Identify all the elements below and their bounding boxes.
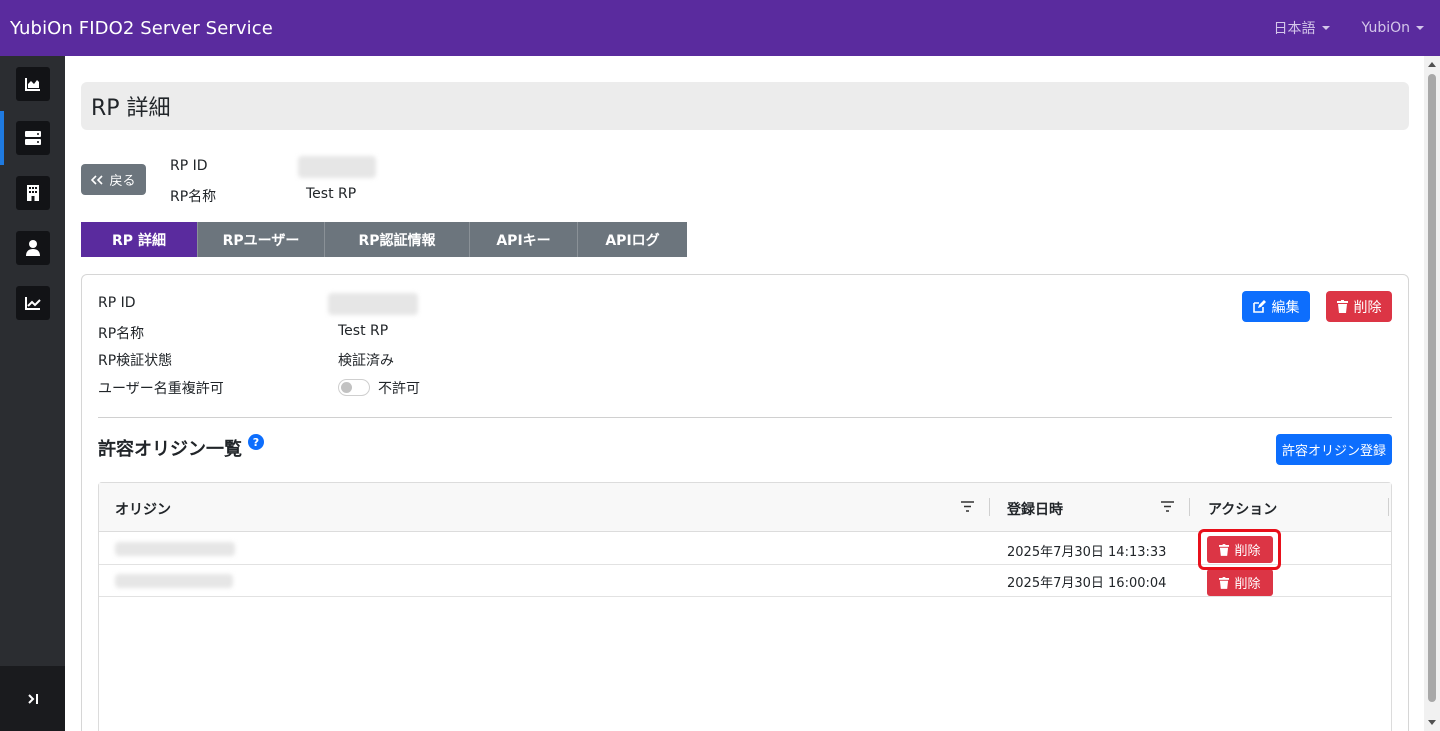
table-header: オリジン 登録日時 アクション: [99, 483, 1391, 532]
summary-rp-id-label: RP ID: [170, 158, 208, 174]
server-icon: [15, 121, 50, 155]
tab-rp-users[interactable]: RPユーザー: [198, 222, 325, 257]
user-dropdown[interactable]: YubiOn: [1361, 20, 1424, 36]
double-chevron-left-icon: [91, 174, 104, 185]
row-delete-button[interactable]: 削除: [1207, 569, 1273, 596]
delete-rp-button[interactable]: 削除: [1326, 291, 1392, 322]
column-header-origin[interactable]: オリジン: [115, 499, 171, 519]
edit-button[interactable]: 編集: [1242, 291, 1310, 322]
tab-bar: RP 詳細 RPユーザー RP認証情報 APIキー APIログ: [81, 222, 687, 257]
column-separator[interactable]: [989, 498, 990, 516]
sidebar-item-servers[interactable]: [0, 111, 65, 165]
chevron-down-icon: [1416, 26, 1424, 30]
filter-icon[interactable]: [1161, 501, 1174, 512]
detail-rp-name-label: RP名称: [98, 326, 145, 342]
top-navbar: YubiOn FIDO2 Server Service 日本語 YubiOn: [0, 0, 1440, 56]
app-title[interactable]: YubiOn FIDO2 Server Service: [10, 18, 273, 39]
column-header-registered[interactable]: 登録日時: [1007, 499, 1063, 519]
column-separator[interactable]: [1388, 498, 1389, 516]
detail-verify-label: RP検証状態: [98, 353, 173, 369]
page-title: RP 詳細: [91, 96, 171, 121]
section-divider: [98, 417, 1392, 418]
column-separator[interactable]: [1189, 498, 1190, 516]
sidebar-item-organizations[interactable]: [0, 166, 65, 220]
back-button[interactable]: 戻る: [81, 164, 146, 195]
table-row: 2025年7月30日 16:00:04 削除: [99, 565, 1391, 597]
help-icon[interactable]: ?: [248, 434, 264, 450]
language-dropdown[interactable]: 日本語: [1274, 18, 1330, 38]
origins-section-title: 許容オリジン一覧: [98, 439, 242, 460]
navbar-right: 日本語 YubiOn: [1274, 18, 1431, 38]
detail-rp-id-value-redacted: [328, 293, 418, 315]
trash-icon: [1336, 300, 1348, 313]
delete-rp-label: 削除: [1353, 299, 1382, 316]
dup-allowed-toggle[interactable]: [338, 379, 370, 396]
origin-url-redacted: [115, 542, 235, 556]
summary-rp-id-value-redacted: [298, 156, 376, 178]
user-icon: [15, 231, 50, 265]
detail-rp-name-value: Test RP: [338, 323, 389, 339]
registered-date: 2025年7月30日 14:13:33: [1007, 545, 1167, 560]
summary-rp-name-value: Test RP: [306, 186, 357, 202]
edit-label: 編集: [1271, 299, 1300, 316]
column-header-action: アクション: [1208, 502, 1278, 518]
origin-url-redacted: [115, 574, 233, 588]
line-chart-icon: [15, 286, 50, 320]
scroll-down-arrow-icon[interactable]: [1428, 720, 1436, 725]
origins-table: オリジン 登録日時 アクション 2025年7月30日 14:13:33 削除 2…: [98, 482, 1392, 731]
edit-icon: [1252, 300, 1266, 313]
sidebar-item-users[interactable]: [0, 221, 65, 275]
building-icon: [15, 176, 50, 210]
sidebar-item-stats[interactable]: [0, 276, 65, 330]
back-label: 戻る: [109, 174, 136, 189]
register-origin-button[interactable]: 許容オリジン登録: [1276, 434, 1392, 465]
filter-icon[interactable]: [961, 501, 974, 512]
detail-verify-value: 検証済み: [338, 353, 394, 369]
highlight-box: [1198, 529, 1281, 570]
scrollbar-thumb[interactable]: [1428, 74, 1436, 702]
detail-rp-id-label: RP ID: [98, 295, 136, 311]
user-label: YubiOn: [1361, 20, 1411, 36]
area-chart-icon: [15, 67, 50, 101]
language-label: 日本語: [1273, 21, 1316, 37]
sidebar: [0, 56, 65, 731]
row-delete-label: 削除: [1234, 577, 1261, 592]
tab-api-logs[interactable]: APIログ: [578, 222, 687, 257]
toggle-knob: [341, 382, 352, 393]
detail-dup-value: 不許可: [378, 381, 420, 397]
chevron-down-icon: [1321, 26, 1330, 30]
scroll-up-arrow-icon[interactable]: [1428, 62, 1436, 67]
tab-rp-detail[interactable]: RP 詳細: [81, 222, 198, 257]
collapse-expand-icon: [27, 693, 38, 704]
sidebar-toggle-button[interactable]: [0, 666, 65, 731]
sidebar-item-dashboard[interactable]: [0, 57, 65, 111]
page-scrollbar[interactable]: [1424, 56, 1440, 731]
summary-rp-name-label: RP名称: [170, 189, 217, 205]
registered-date: 2025年7月30日 16:00:04: [1007, 576, 1167, 591]
tab-rp-credentials[interactable]: RP認証情報: [325, 222, 470, 257]
detail-dup-label: ユーザー名重複許可: [98, 381, 224, 397]
tab-api-keys[interactable]: APIキー: [470, 222, 578, 257]
trash-icon: [1219, 576, 1230, 589]
page-header: RP 詳細: [81, 82, 1409, 130]
